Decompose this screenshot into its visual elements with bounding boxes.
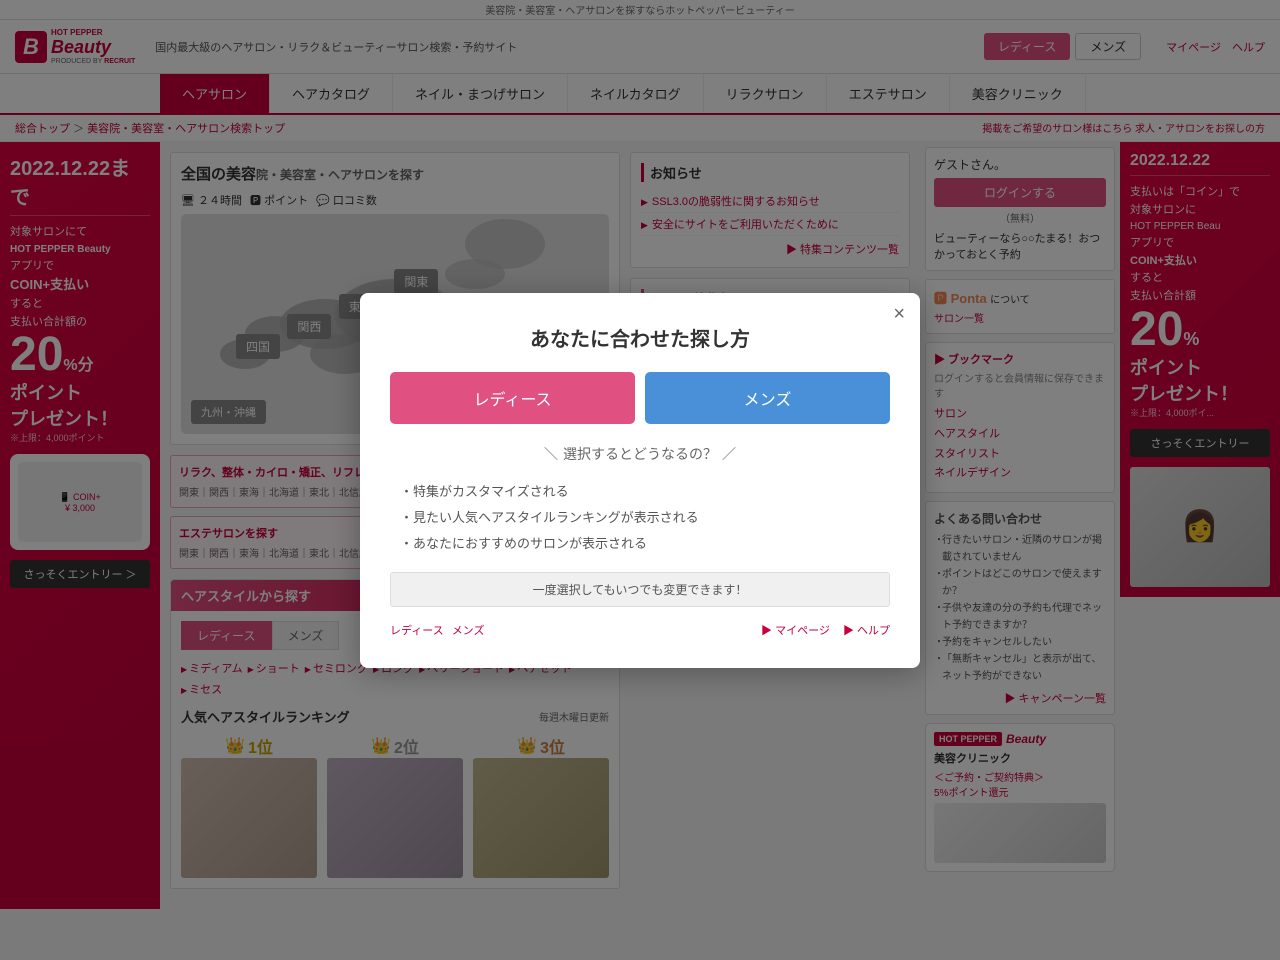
modal-benefit-1: 特集がカスタマイズされる <box>400 479 890 505</box>
modal-benefit-3: あなたにおすすめのサロンが表示される <box>400 531 890 557</box>
modal-benefit-2: 見たい人気ヘアスタイルランキングが表示される <box>400 505 890 531</box>
modal-question: 選択するとどうなるの？ <box>390 444 890 464</box>
modal-footer-links: レディース メンズ <box>390 622 484 638</box>
modal-footer-help[interactable]: ▶ ヘルプ <box>843 625 890 637</box>
modal-close-button[interactable]: × <box>893 303 905 326</box>
modal-mens-button[interactable]: メンズ <box>645 372 890 424</box>
modal-footer-nav: ▶ マイページ ▶ ヘルプ <box>761 622 890 638</box>
modal-footer-mens[interactable]: メンズ <box>452 622 485 638</box>
modal-info: 一度選択してもいつでも変更できます！ <box>390 572 890 607</box>
modal-title: あなたに合わせた探し方 <box>390 323 890 352</box>
modal-footer-ladies[interactable]: レディース <box>390 622 444 638</box>
modal-dialog: × あなたに合わせた探し方 レディース メンズ 選択するとどうなるの？ 特集がカ… <box>360 293 920 668</box>
modal-benefits: 特集がカスタマイズされる 見たい人気ヘアスタイルランキングが表示される あなたに… <box>390 479 890 557</box>
modal-gender-buttons: レディース メンズ <box>390 372 890 424</box>
modal-overlay[interactable]: × あなたに合わせた探し方 レディース メンズ 選択するとどうなるの？ 特集がカ… <box>0 0 1280 960</box>
modal-footer-mypage[interactable]: ▶ マイページ <box>761 625 830 637</box>
modal-ladies-button[interactable]: レディース <box>390 372 635 424</box>
modal-footer: レディース メンズ ▶ マイページ ▶ ヘルプ <box>390 622 890 638</box>
